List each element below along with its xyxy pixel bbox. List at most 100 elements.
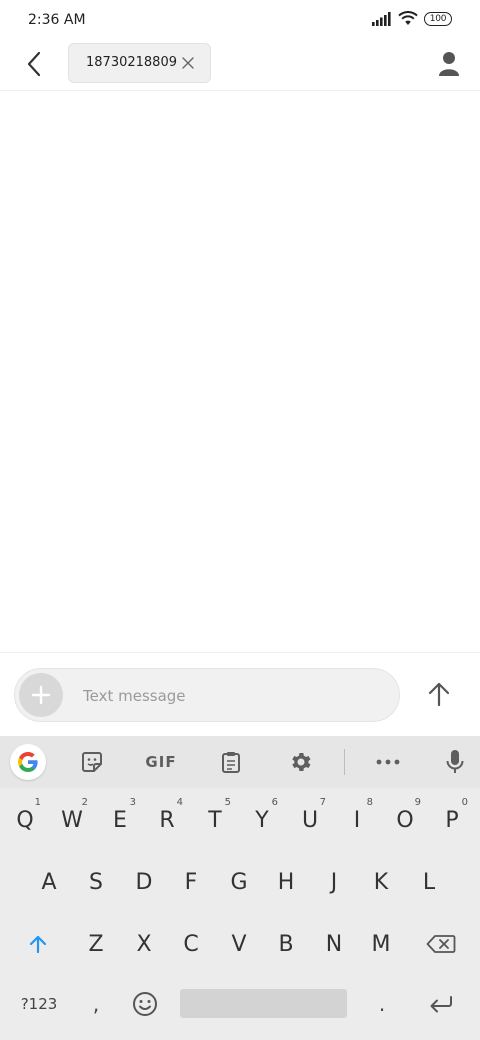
key-label: A [41,869,57,895]
microphone-icon [446,750,464,773]
key-i[interactable]: I 8 [335,795,379,845]
symbols-label: ?123 [20,995,58,1013]
key-label: . [378,992,386,1016]
signal-icon [372,11,391,26]
shift-arrow-icon [29,935,47,954]
symbols-key[interactable]: ?123 [12,979,66,1029]
status-bar: 2:36 AM 100 [0,0,480,40]
google-button[interactable] [10,744,46,780]
key-label: U [301,807,319,833]
compose-field [14,668,400,722]
conversation-header: 18730218809 [0,40,480,91]
key-b[interactable]: B [264,919,308,969]
recipient-chip[interactable]: 18730218809 [68,43,211,83]
key-label: S [89,869,103,895]
key-label: Q [16,807,34,833]
key-a[interactable]: A [27,857,71,907]
contact-icon[interactable] [434,49,464,79]
add-attachment-button[interactable] [19,673,63,717]
key-s[interactable]: S [74,857,118,907]
key-hint: 5 [224,797,231,808]
key-hint: 0 [461,797,468,808]
key-z[interactable]: Z [74,919,118,969]
key-label: O [396,807,414,833]
chevron-left-icon [27,51,41,77]
key-label: H [277,869,295,895]
key-label: N [325,931,343,957]
send-arrow-icon[interactable] [424,679,454,709]
key-j[interactable]: J [312,857,356,907]
key-n[interactable]: N [312,919,356,969]
keyboard: G I F Q 1 W 2 E 3 R 4 T 5 Y 6 U 7 I 8 O 9 … [0,736,480,1040]
key-o[interactable]: O 9 [383,795,427,845]
key-label: V [231,931,247,957]
key-t[interactable]: T 5 [193,795,237,845]
key-label: F [184,869,198,895]
status-time: 2:36 AM [28,12,86,28]
key-label: , [92,992,100,1016]
settings-button[interactable] [283,744,319,780]
key-d[interactable]: D [122,857,166,907]
recipient-number: 18730218809 [86,55,177,70]
key-h[interactable]: H [264,857,308,907]
key-q[interactable]: Q 1 [3,795,47,845]
period-key[interactable]: . [362,979,402,1029]
key-m[interactable]: M [359,919,403,969]
key-label: J [330,869,338,895]
key-label: B [278,931,294,957]
key-w[interactable]: W 2 [50,795,94,845]
more-icon [376,759,400,765]
key-label: L [422,869,436,895]
key-u[interactable]: U 7 [288,795,332,845]
key-g[interactable]: G [217,857,261,907]
composer [0,652,480,737]
key-hint: 4 [176,797,183,808]
space-key[interactable] [180,989,347,1018]
key-c[interactable]: C [169,919,213,969]
key-label: P [445,807,459,833]
more-button[interactable] [370,744,406,780]
gif-label: GIF [145,753,177,771]
key-label: R [159,807,175,833]
key-r[interactable]: R 4 [145,795,189,845]
status-icons: 100 [372,11,452,26]
google-g-icon [18,752,38,772]
message-input[interactable] [81,678,385,714]
key-p[interactable]: P 0 [430,795,474,845]
backspace-key[interactable] [416,919,466,969]
comma-key[interactable]: , [76,979,116,1029]
backspace-icon [426,935,456,953]
key-label: G [230,869,248,895]
clipboard-button[interactable] [213,744,249,780]
clipboard-icon [222,752,240,773]
key-f[interactable]: F [169,857,213,907]
plus-icon [31,685,51,705]
key-hint: 8 [366,797,373,808]
key-e[interactable]: E 3 [98,795,142,845]
key-label: W [61,807,83,833]
key-x[interactable]: X [122,919,166,969]
key-k[interactable]: K [359,857,403,907]
conversation-area [0,91,480,651]
key-hint: 1 [34,797,41,808]
key-label: X [136,931,152,957]
key-y[interactable]: Y 6 [240,795,284,845]
voice-input-button[interactable] [437,744,473,780]
emoji-key[interactable] [124,979,166,1029]
key-label: Y [255,807,269,833]
key-label: I [353,807,361,833]
enter-key[interactable] [418,979,464,1029]
key-hint: 9 [414,797,421,808]
key-label: D [135,869,153,895]
key-l[interactable]: L [407,857,451,907]
sticker-button[interactable] [74,744,110,780]
back-button[interactable] [18,48,50,80]
gear-icon [292,753,311,771]
key-v[interactable]: V [217,919,261,969]
key-label: T [208,807,222,833]
shift-key[interactable] [16,919,60,969]
key-label: M [371,931,391,957]
battery-level: 100 [429,13,447,24]
gif-button[interactable]: GIF [140,744,182,780]
close-icon[interactable] [180,55,196,71]
